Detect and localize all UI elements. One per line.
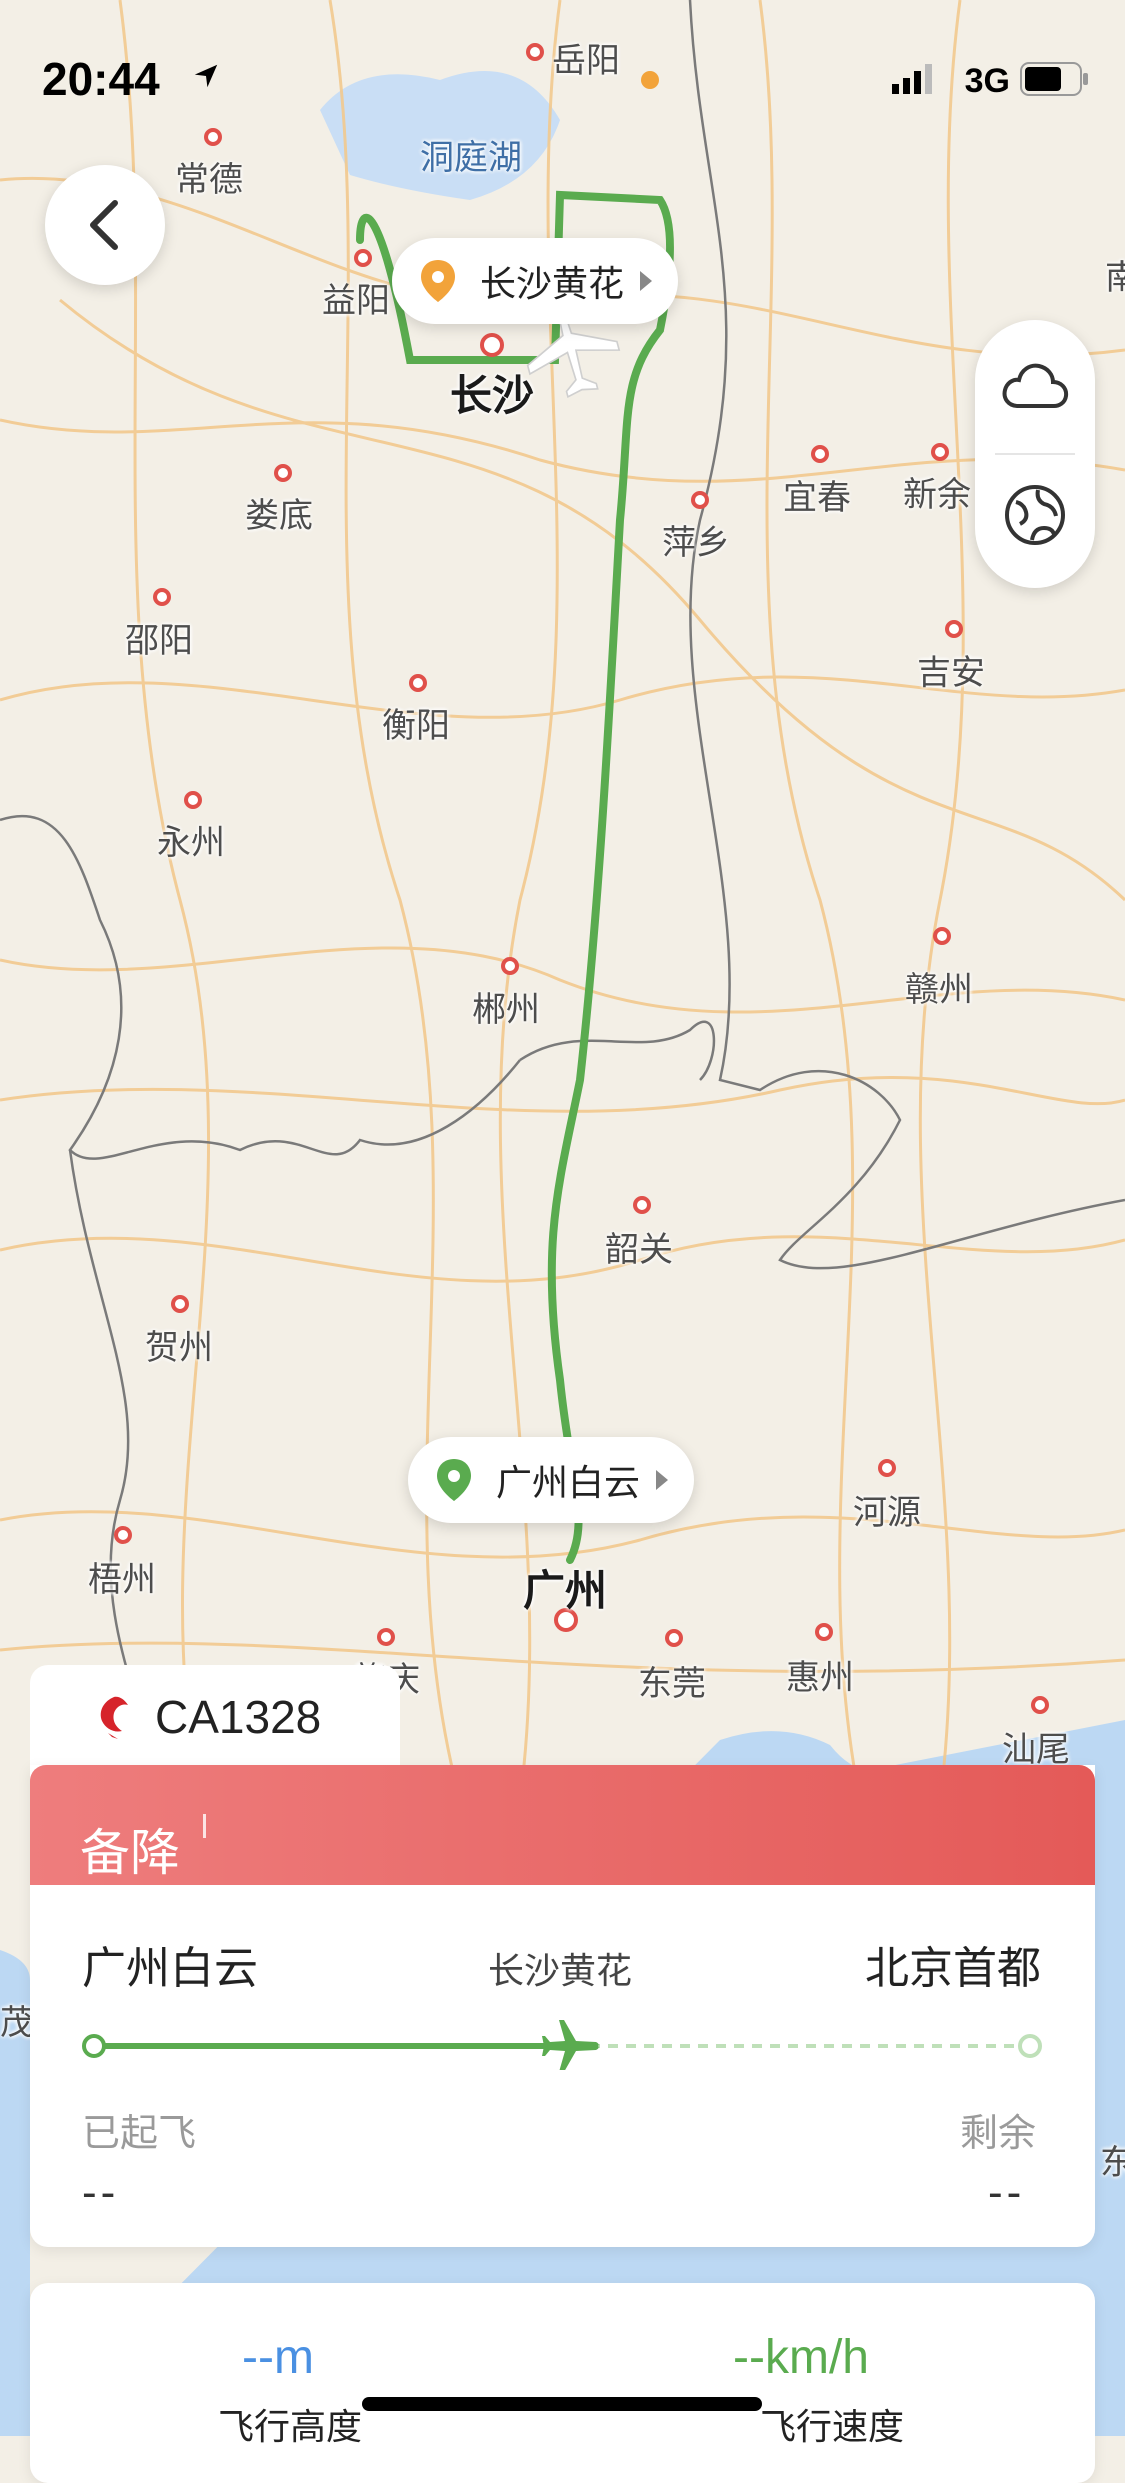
city-label: 汕尾 — [1002, 1730, 1070, 1770]
pin-label: 广州白云 — [496, 1463, 641, 1504]
city-label: 惠州 — [786, 1658, 854, 1698]
pin-label: 长沙黄花 — [480, 264, 625, 305]
network-type: 3G — [964, 62, 1010, 100]
back-button[interactable] — [45, 165, 165, 285]
city-label: 东 — [1100, 2143, 1125, 2183]
city-label: 萍乡 — [662, 523, 730, 563]
city-label: 贺州 — [145, 1328, 213, 1368]
status-banner — [30, 1765, 1095, 1885]
elapsed-value: -- — [82, 2168, 120, 2217]
pin-icon — [421, 260, 455, 302]
city-label: 广州 — [523, 1566, 608, 1615]
city-label: 赣州 — [905, 970, 973, 1010]
remaining-value: -- — [988, 2168, 1026, 2217]
flight-progress — [82, 2020, 1042, 2070]
elapsed-label: 已起飞 — [82, 2111, 197, 2155]
home-indicator[interactable] — [362, 2397, 762, 2411]
city-label: 河源 — [853, 1493, 921, 1533]
city-label: 茂 — [0, 2003, 34, 2043]
city-label: 南 — [1105, 258, 1125, 298]
chevron-right-icon — [656, 1470, 669, 1490]
origin-airport: 广州白云 — [82, 1943, 258, 1994]
pin-icon — [437, 1459, 471, 1501]
altitude-label: 飞行高度 — [218, 2407, 363, 2448]
divider — [995, 453, 1075, 455]
alternate-airport: 长沙黄花 — [488, 1951, 633, 1992]
city-label: 邵阳 — [125, 621, 193, 661]
back-chevron-icon — [90, 200, 118, 250]
city-label: 永州 — [157, 823, 225, 863]
alternate-airport-pin[interactable]: 长沙黄花 — [392, 238, 679, 324]
flight-metrics-card — [30, 2283, 1095, 2483]
cloud-icon[interactable] — [1000, 358, 1070, 414]
altitude-value: --m — [242, 2331, 314, 2384]
city-label: 郴州 — [472, 990, 540, 1030]
text-cursor — [203, 1814, 206, 1838]
plane-icon — [542, 2020, 599, 2070]
city-label: 娄底 — [245, 496, 313, 536]
destination-airport: 北京首都 — [865, 1943, 1041, 1994]
city-label: 东莞 — [638, 1664, 706, 1704]
location-arrow-icon — [194, 64, 218, 88]
city-label: 常德 — [175, 160, 243, 200]
city-label: 衡阳 — [382, 706, 450, 746]
speed-value: --km/h — [733, 2331, 869, 2384]
origin-airport-pin[interactable]: 广州白云 — [408, 1437, 695, 1523]
airline-logo-icon — [100, 1696, 128, 1739]
city-label: 韶关 — [605, 1230, 673, 1270]
city-label: 吉安 — [917, 653, 985, 693]
remaining-label: 剩余 — [960, 2111, 1037, 2155]
city-label: 新余 — [903, 475, 971, 515]
battery-icon — [1020, 62, 1088, 96]
lake-label: 洞庭湖 — [420, 138, 522, 178]
chevron-right-icon — [640, 271, 653, 291]
map-layer-panel — [975, 320, 1095, 588]
status-bar: 20:44 3G — [0, 0, 1125, 120]
flight-status-text: 备降 — [80, 1824, 180, 1882]
signal-icon — [892, 64, 932, 94]
globe-icon[interactable] — [1002, 482, 1068, 548]
city-label: 宜春 — [783, 478, 851, 518]
city-label: 梧州 — [88, 1560, 156, 1600]
speed-label: 飞行速度 — [760, 2407, 905, 2448]
city-label: 益阳 — [322, 281, 390, 321]
flight-number: CA1328 — [155, 1691, 322, 1743]
clock: 20:44 — [42, 53, 160, 105]
